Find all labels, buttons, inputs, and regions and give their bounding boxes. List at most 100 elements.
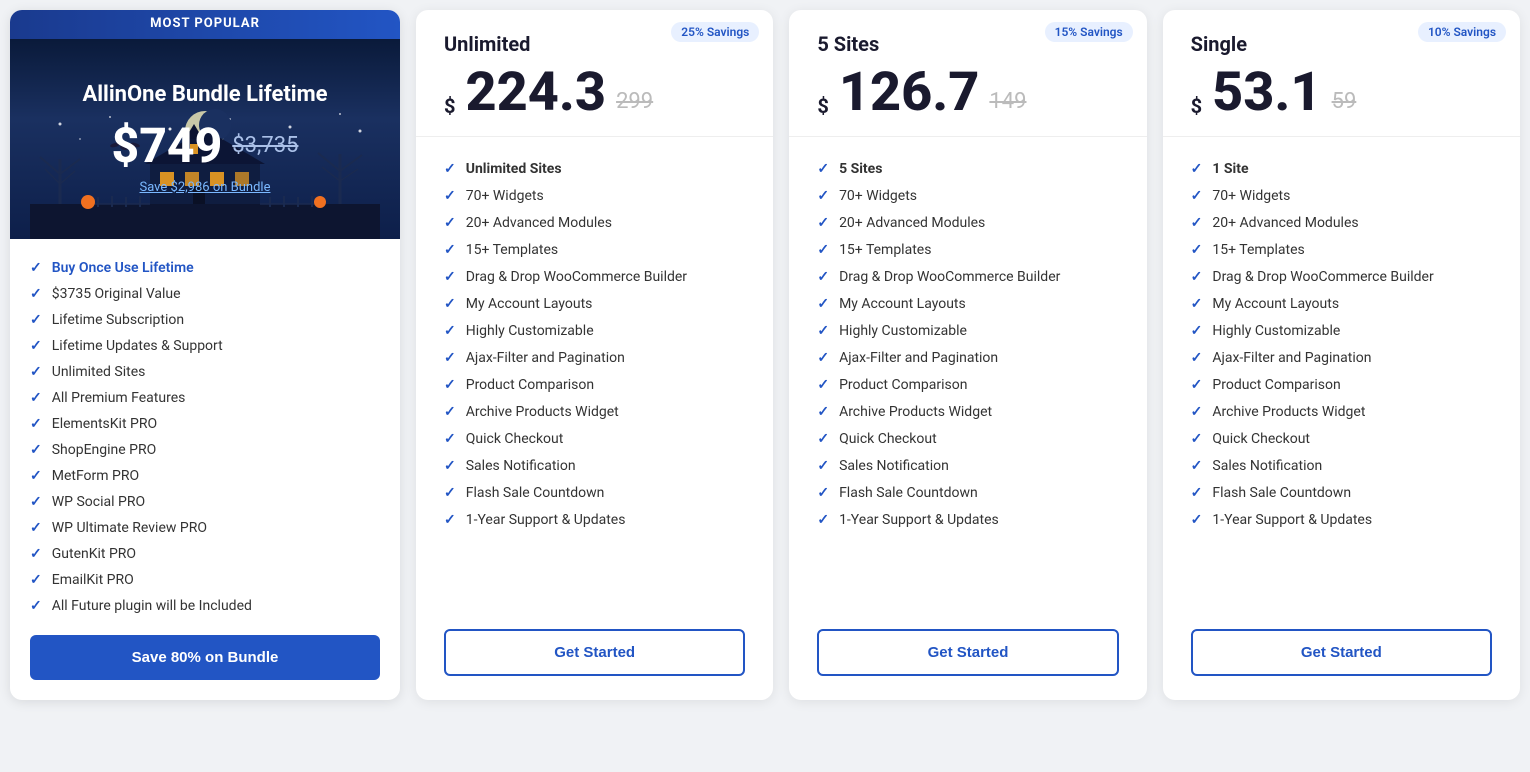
check-icon: ✓ (30, 520, 42, 536)
price-dollar: $ (1191, 96, 1202, 116)
check-icon: ✓ (817, 458, 829, 474)
bundle-feature-item: ✓MetForm PRO (30, 463, 380, 489)
feature-item: ✓ Ajax-Filter and Pagination (444, 344, 745, 371)
feature-item: ✓ 1-Year Support & Updates (1191, 506, 1492, 533)
check-icon: ✓ (817, 350, 829, 366)
savings-badge: 10% Savings (1418, 22, 1506, 42)
bundle-feature-item: ✓ GutenKit PRO (30, 541, 380, 567)
feature-item: ✓ My Account Layouts (1191, 290, 1492, 317)
feature-text: Drag & Drop WooCommerce Builder (466, 269, 687, 285)
feature-text: ShopEngine PRO (52, 442, 157, 458)
get-started-button[interactable]: Get Started (444, 629, 745, 676)
check-icon: ✓ (817, 242, 829, 258)
check-icon: ✓ (30, 364, 42, 380)
price-original: 59 (1332, 89, 1357, 114)
feature-item: ✓ 15+ Templates (1191, 236, 1492, 263)
bundle-badge-text: MOST POPULAR (150, 16, 260, 31)
check-icon: ✓ (444, 269, 456, 285)
price-main: 224.3 (465, 66, 606, 120)
price-original: 149 (989, 89, 1026, 114)
bundle-hero: AllinOne Bundle Lifetime $749 $3,735 Sav… (10, 39, 400, 239)
check-icon: ✓ (30, 598, 42, 614)
feature-item: ✓ Ajax-Filter and Pagination (1191, 344, 1492, 371)
price-row: $ 126.7 149 (817, 66, 1118, 120)
feature-item: ✓ Drag & Drop WooCommerce Builder (444, 263, 745, 290)
feature-text: Quick Checkout (466, 431, 564, 447)
feature-item: ✓ Quick Checkout (1191, 425, 1492, 452)
check-icon: ✓ (444, 188, 456, 204)
feature-item: ✓ Unlimited Sites (444, 155, 745, 182)
feature-item: ✓ 1-Year Support & Updates (444, 506, 745, 533)
check-icon: ✓ (444, 161, 456, 177)
price-row: $ 53.1 59 (1191, 66, 1492, 120)
feature-text: 20+ Advanced Modules (839, 215, 985, 231)
feature-item: ✓ 20+ Advanced Modules (444, 209, 745, 236)
feature-item: ✓ Product Comparison (444, 371, 745, 398)
feature-text: Highly Customizable (466, 323, 594, 339)
feature-text: Archive Products Widget (1212, 404, 1365, 420)
feature-text: Product Comparison (466, 377, 594, 393)
feature-text: Product Comparison (1212, 377, 1340, 393)
feature-text: Flash Sale Countdown (1212, 485, 1351, 501)
check-icon: ✓ (1191, 242, 1203, 258)
check-icon: ✓ (817, 269, 829, 285)
feature-item: ✓ Product Comparison (817, 371, 1118, 398)
pricing-card-five-sites: 15% Savings 5 Sites $ 126.7 149 ✓ 5 Site… (789, 10, 1146, 700)
check-icon: ✓ (1191, 188, 1203, 204)
feature-text: Flash Sale Countdown (839, 485, 978, 501)
feature-text: Ajax-Filter and Pagination (839, 350, 998, 366)
pricing-grid: MOST POPULAR (10, 10, 1520, 700)
bundle-badge: MOST POPULAR (10, 10, 400, 39)
check-icon: ✓ (444, 377, 456, 393)
check-icon: ✓ (30, 416, 42, 432)
feature-text: Ajax-Filter and Pagination (466, 350, 625, 366)
bundle-feature-item: ✓EmailKit PRO (30, 567, 380, 593)
feature-text: Ajax-Filter and Pagination (1212, 350, 1371, 366)
check-icon: ✓ (444, 404, 456, 420)
check-icon: ✓ (817, 377, 829, 393)
feature-text: 5 Sites (839, 161, 882, 177)
feature-item: ✓ Archive Products Widget (817, 398, 1118, 425)
feature-item: ✓ 5 Sites (817, 155, 1118, 182)
price-dollar: $ (444, 96, 455, 116)
check-icon: ✓ (30, 546, 42, 562)
check-icon: ✓ (444, 323, 456, 339)
get-started-button[interactable]: Get Started (1191, 629, 1492, 676)
feature-text: Highly Customizable (1212, 323, 1340, 339)
bundle-feature-item: ✓ShopEngine PRO (30, 437, 380, 463)
feature-text: 70+ Widgets (1212, 188, 1290, 204)
feature-item: ✓ Archive Products Widget (444, 398, 745, 425)
check-icon: ✓ (444, 458, 456, 474)
check-icon: ✓ (1191, 458, 1203, 474)
check-icon: ✓ (1191, 431, 1203, 447)
feature-text: Unlimited Sites (52, 364, 146, 380)
check-icon: ✓ (1191, 269, 1203, 285)
bundle-save-button[interactable]: Save 80% on Bundle (30, 635, 380, 680)
feature-text: Buy Once Use Lifetime (52, 260, 194, 276)
get-started-button[interactable]: Get Started (817, 629, 1118, 676)
check-icon: ✓ (817, 512, 829, 528)
pricing-card-unlimited: 25% Savings Unlimited $ 224.3 299 ✓ Unli… (416, 10, 773, 700)
feature-text: GutenKit PRO (52, 546, 136, 562)
feature-item: ✓ 70+ Widgets (444, 182, 745, 209)
feature-text: Highly Customizable (839, 323, 967, 339)
check-icon: ✓ (817, 485, 829, 501)
bundle-feature-item: ✓Buy Once Use Lifetime (30, 255, 380, 281)
feature-item: ✓ 20+ Advanced Modules (1191, 209, 1492, 236)
feature-item: ✓ Highly Customizable (817, 317, 1118, 344)
bundle-original-price: $3,735 (232, 133, 298, 158)
feature-item: ✓ 70+ Widgets (817, 182, 1118, 209)
check-icon: ✓ (817, 404, 829, 420)
bundle-features: ✓Buy Once Use Lifetime✓$3735 Original Va… (10, 239, 400, 635)
feature-item: ✓ My Account Layouts (817, 290, 1118, 317)
check-icon: ✓ (1191, 404, 1203, 420)
check-icon: ✓ (30, 338, 42, 354)
check-icon: ✓ (444, 485, 456, 501)
check-icon: ✓ (444, 512, 456, 528)
feature-item: ✓ Drag & Drop WooCommerce Builder (1191, 263, 1492, 290)
bundle-feature-item: ✓All Premium Features (30, 385, 380, 411)
feature-text: Drag & Drop WooCommerce Builder (1212, 269, 1433, 285)
feature-text: ElementsKit PRO (52, 416, 157, 432)
check-icon: ✓ (1191, 296, 1203, 312)
bundle-feature-item: ✓WP Ultimate Review PRO (30, 515, 380, 541)
